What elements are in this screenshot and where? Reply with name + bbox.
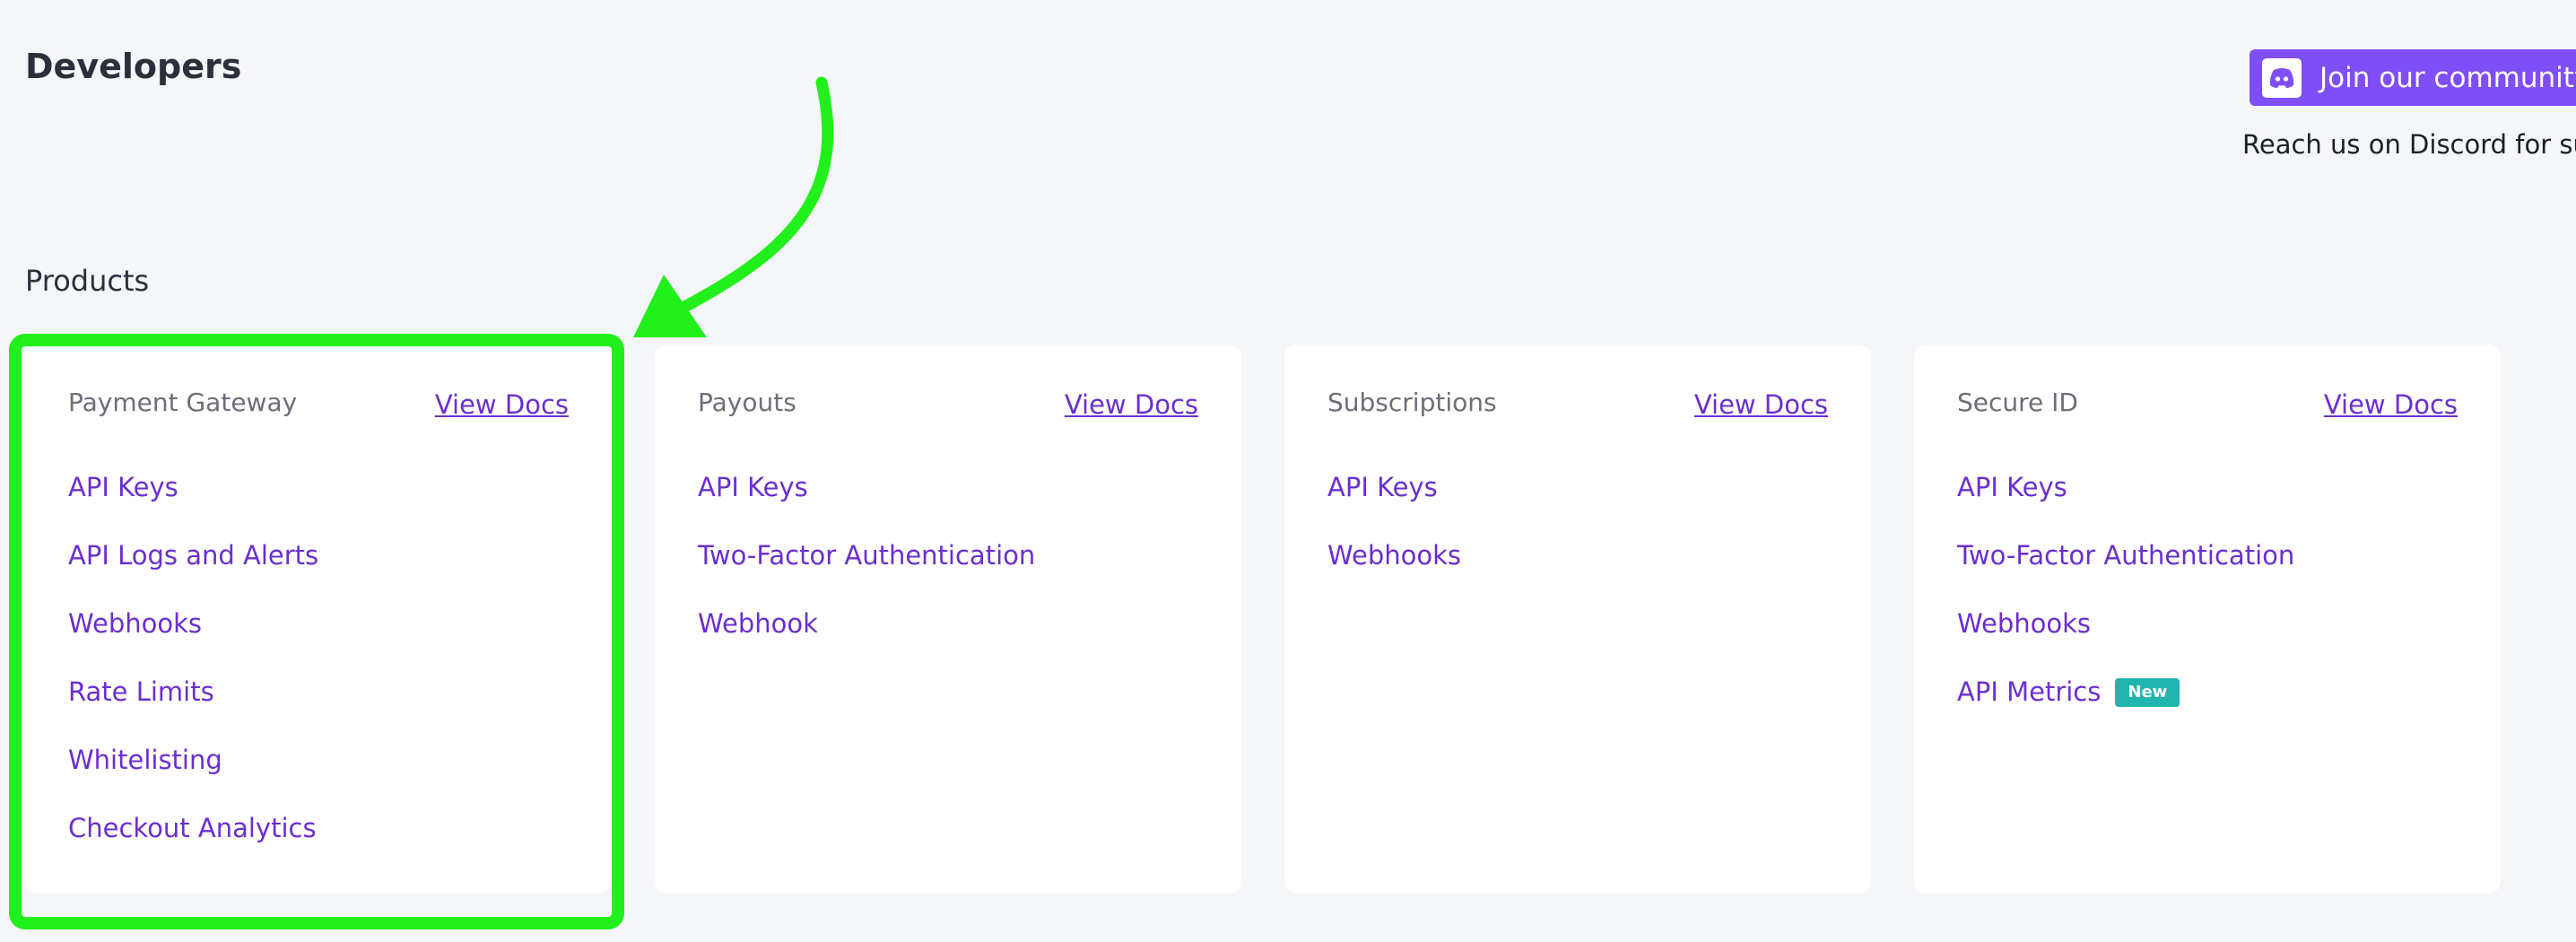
product-links: API Keys Two-Factor Authentication Webho… [698, 472, 1035, 676]
product-name: Subscriptions [1327, 388, 1497, 417]
page-title: Developers [25, 47, 242, 86]
developers-page: Developers Join our community Reach us o… [0, 0, 2576, 942]
link-two-factor-authentication[interactable]: Two-Factor Authentication [1957, 540, 2294, 571]
link-api-keys[interactable]: API Keys [698, 472, 808, 502]
link-api-keys[interactable]: API Keys [1327, 472, 1438, 502]
link-webhook[interactable]: Webhook [698, 608, 818, 639]
new-badge: New [2115, 678, 2180, 707]
product-name: Payouts [698, 388, 796, 417]
discord-icon [2262, 57, 2302, 98]
link-api-metrics[interactable]: API Metrics [1957, 676, 2101, 707]
product-card-payouts: Payouts View Docs API Keys Two-Factor Au… [655, 345, 1241, 894]
view-docs-link[interactable]: View Docs [1065, 389, 1198, 420]
products-section-title: Products [25, 264, 150, 298]
product-card-secure-id: Secure ID View Docs API Keys Two-Factor … [1914, 345, 2501, 894]
view-docs-link[interactable]: View Docs [2324, 389, 2458, 420]
link-api-keys[interactable]: API Keys [1957, 472, 2067, 502]
product-links: API Keys Webhooks [1327, 472, 1461, 608]
product-links: API Keys Two-Factor Authentication Webho… [1957, 472, 2294, 745]
product-name: Secure ID [1957, 388, 2078, 417]
view-docs-link[interactable]: View Docs [1694, 389, 1828, 420]
link-webhooks[interactable]: Webhooks [1327, 540, 1461, 571]
discord-support-note: Reach us on Discord for supp [2242, 129, 2576, 160]
annotation-highlight-box [9, 334, 624, 929]
product-card-subscriptions: Subscriptions View Docs API Keys Webhook… [1284, 345, 1871, 894]
join-community-button[interactable]: Join our community [2250, 49, 2576, 106]
join-community-label: Join our community [2319, 61, 2576, 94]
link-webhooks[interactable]: Webhooks [1957, 608, 2091, 639]
link-two-factor-authentication[interactable]: Two-Factor Authentication [698, 540, 1035, 571]
